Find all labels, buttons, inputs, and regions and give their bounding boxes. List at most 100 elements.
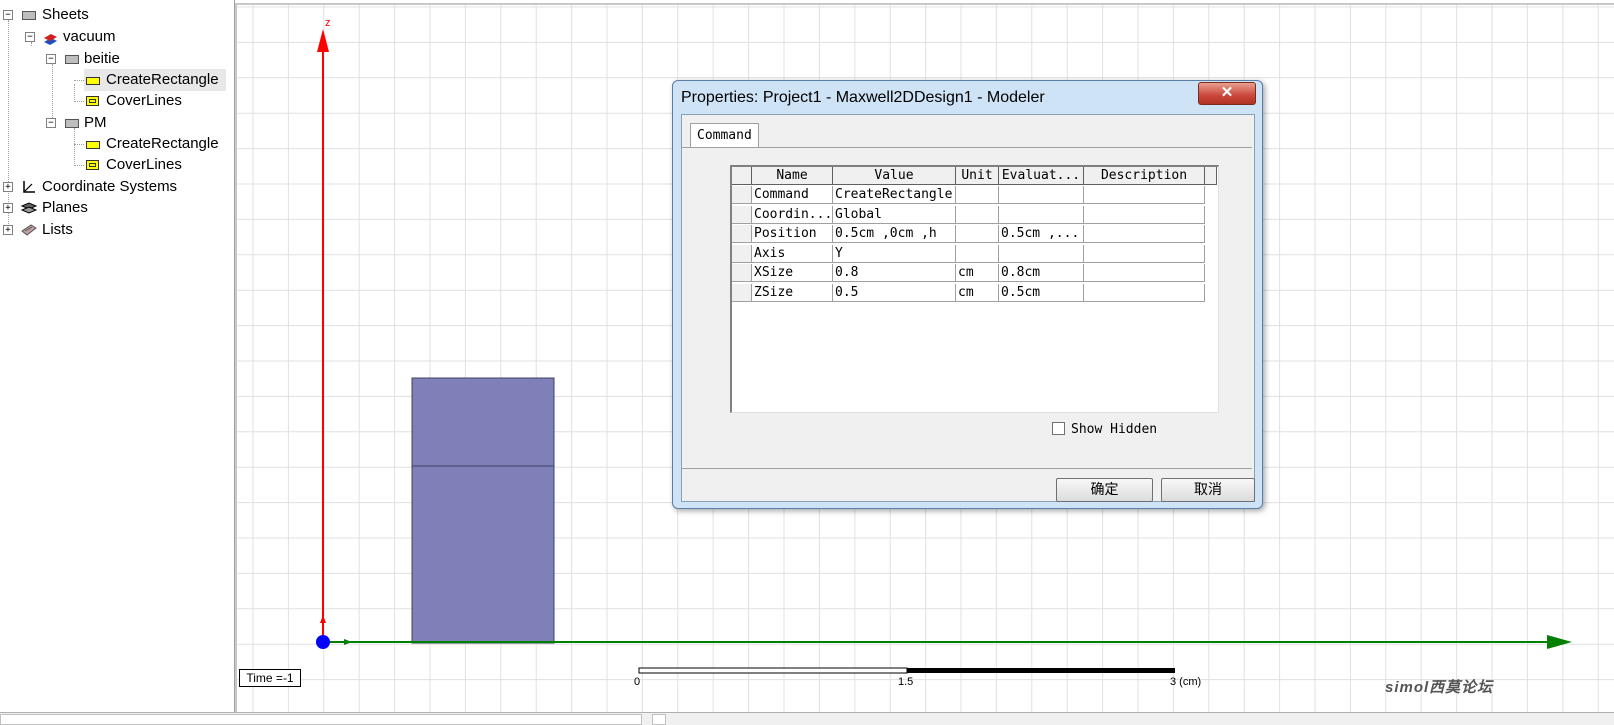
coverlines-command-icon (86, 96, 99, 106)
scale-label-min: 0 (634, 676, 641, 688)
table-cell[interactable]: 0.5cm ,0cm ,h (833, 225, 956, 243)
table-cell[interactable]: 0.8 (833, 264, 956, 282)
table-cell[interactable]: ZSize (752, 283, 833, 302)
table-cell[interactable]: Axis (752, 244, 833, 263)
tree-connector (74, 80, 84, 81)
table-cell[interactable] (1084, 283, 1205, 302)
table-cell[interactable]: 0.5cm (999, 283, 1084, 302)
table-cell[interactable] (956, 186, 999, 204)
horizontal-scrollbar[interactable] (0, 714, 642, 725)
table-cell[interactable]: Global (833, 205, 956, 224)
z-axis-arrow (317, 29, 329, 52)
table-cell[interactable]: XSize (752, 264, 833, 282)
row-header-cell[interactable] (732, 186, 752, 204)
bottom-scrollbar-area[interactable] (0, 712, 1614, 725)
table-cell[interactable] (956, 244, 999, 263)
properties-grid[interactable]: Name Value Unit Evaluat... Description C… (730, 165, 1219, 413)
table-cell[interactable] (956, 225, 999, 243)
collapse-icon[interactable]: − (25, 32, 35, 42)
tree-label: CreateRectangle (106, 71, 219, 88)
rectangle-object[interactable] (411, 377, 555, 644)
collapse-icon[interactable]: − (46, 54, 56, 64)
coverlines-command-icon (86, 160, 99, 170)
expand-icon[interactable]: + (3, 225, 13, 235)
column-header-evaluated[interactable]: Evaluat... (999, 167, 1084, 185)
lists-icon (21, 222, 37, 245)
show-hidden-checkbox[interactable]: Show Hidden (1052, 422, 1157, 437)
x-axis-arrow (1547, 635, 1572, 649)
close-button[interactable]: ✕ (1198, 82, 1256, 105)
table-cell[interactable]: Command (752, 186, 833, 204)
column-header-value[interactable]: Value (833, 167, 956, 185)
row-header-cell[interactable] (732, 283, 752, 302)
properties-dialog: Properties: Project1 - Maxwell2DDesign1 … (672, 80, 1263, 509)
table-cell[interactable]: Coordin... (752, 205, 833, 224)
dialog-title: Properties: Project1 - Maxwell2DDesign1 … (681, 89, 1045, 106)
scroll-button[interactable] (652, 714, 666, 725)
column-header-unit[interactable]: Unit (956, 167, 999, 185)
tree-connector (74, 144, 84, 145)
tree-label: vacuum (63, 28, 116, 45)
rectangle-command-icon (86, 77, 100, 85)
tree-label: Sheets (42, 6, 89, 23)
dialog-body: Command Name Value Unit Evaluat... Descr… (681, 114, 1255, 502)
table-cell[interactable] (1084, 186, 1205, 204)
table-cell[interactable] (999, 205, 1084, 224)
command-panel: Name Value Unit Evaluat... Description C… (682, 147, 1252, 469)
rectangle-command-icon (86, 141, 100, 149)
table-cell[interactable] (1084, 264, 1205, 282)
tree-connector (8, 20, 9, 234)
time-indicator: Time =-1 (239, 669, 301, 687)
tree-label: CoverLines (106, 156, 182, 173)
column-header-description[interactable]: Description (1084, 167, 1205, 185)
tree-item-createrectangle[interactable]: CreateRectangle (84, 69, 226, 91)
ok-button[interactable]: 确定 (1056, 478, 1153, 502)
origin-marker (316, 635, 330, 649)
tree-label: beitie (84, 50, 120, 67)
table-cell[interactable] (956, 205, 999, 224)
tree-connector (74, 128, 75, 166)
table-cell[interactable] (1084, 244, 1205, 263)
table-cell[interactable]: 0.5 (833, 283, 956, 302)
sheet-icon (22, 11, 36, 20)
show-hidden-label: Show Hidden (1071, 422, 1158, 437)
tree-label: Lists (42, 221, 73, 238)
tab-command[interactable]: Command (690, 123, 759, 148)
expand-icon[interactable]: + (3, 182, 13, 192)
planes-icon (20, 200, 38, 223)
watermark: simol西莫论坛 (1385, 679, 1494, 696)
z-axis-small-arrow (320, 615, 326, 623)
table-cell[interactable]: cm (956, 283, 999, 302)
table-cell[interactable]: 0.5cm ,... (999, 225, 1084, 243)
table-cell[interactable] (999, 244, 1084, 263)
table-cell[interactable]: cm (956, 264, 999, 282)
tree-connector (74, 165, 84, 166)
table-cell[interactable]: Position (752, 225, 833, 243)
column-header-name[interactable]: Name (752, 167, 833, 185)
column-header-filler (1205, 167, 1217, 185)
collapse-icon[interactable]: − (46, 118, 56, 128)
table-cell[interactable]: 0.8cm (999, 264, 1084, 282)
row-header-cell (732, 167, 752, 185)
tree-label: Coordinate Systems (42, 178, 178, 195)
coordinate-system-icon (21, 179, 37, 202)
row-header-cell[interactable] (732, 205, 752, 224)
row-header-cell[interactable] (732, 244, 752, 263)
row-header-cell[interactable] (732, 264, 752, 282)
checkbox-box[interactable] (1052, 422, 1065, 435)
table-cell[interactable]: CreateRectangle (833, 186, 956, 204)
row-header-cell[interactable] (732, 225, 752, 243)
table-cell[interactable]: Y (833, 244, 956, 263)
sheet-icon (65, 55, 79, 64)
table-cell[interactable] (1084, 205, 1205, 224)
sheet-icon (65, 119, 79, 128)
table-cell[interactable] (1084, 225, 1205, 243)
table-cell[interactable] (999, 186, 1084, 204)
tree-connector (31, 42, 32, 46)
expand-icon[interactable]: + (3, 203, 13, 213)
tree-label: CoverLines (106, 92, 182, 109)
collapse-icon[interactable]: − (3, 10, 13, 20)
tree-connector (74, 84, 75, 102)
tree-label: PM (84, 114, 107, 131)
cancel-button[interactable]: 取消 (1161, 478, 1255, 502)
